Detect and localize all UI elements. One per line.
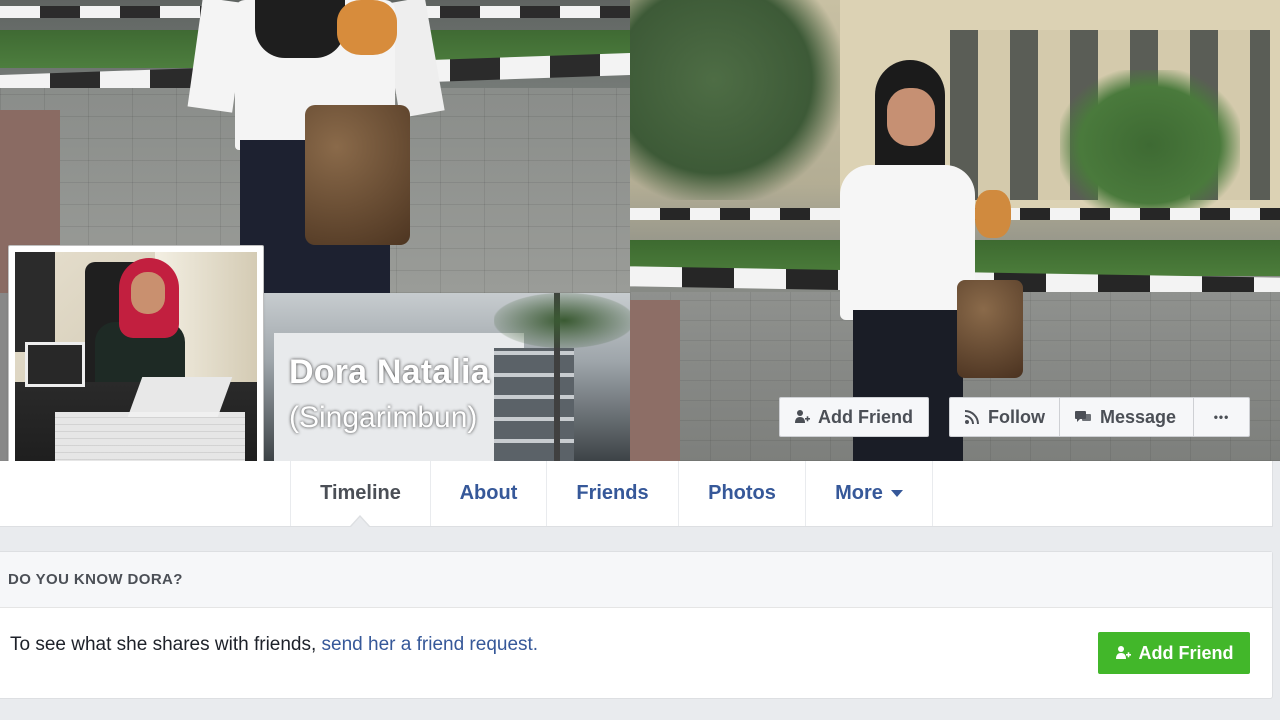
follow-label: Follow [988,406,1045,427]
message-button[interactable]: Message [1059,397,1194,437]
ellipsis-icon: ••• [1213,410,1230,424]
add-friend-button[interactable]: Add Friend [779,397,929,437]
caret-down-icon [890,490,903,497]
add-friend-green-label: Add Friend [1138,642,1234,663]
do-you-know-box: DO YOU KNOW DORA? To see what she shares… [0,551,1273,699]
chat-bubbles-icon [1074,409,1092,425]
profile-tabs: Timeline About Friends Photos More [0,461,1273,527]
rss-icon [964,409,980,425]
do-you-know-title: DO YOU KNOW DORA? [0,552,1272,608]
person-plus-icon [1115,645,1131,661]
profile-alternate-name: (Singarimbun) [289,401,478,434]
message-label: Message [1100,406,1177,427]
add-friend-green-button[interactable]: Add Friend [1098,632,1250,674]
tab-about[interactable]: About [430,461,546,526]
follow-button[interactable]: Follow [949,397,1060,437]
profile-name[interactable]: Dora Natalia [289,353,490,392]
tab-photos[interactable]: Photos [678,461,805,526]
tab-friends[interactable]: Friends [546,461,678,526]
send-friend-request-link[interactable]: send her a friend request. [322,634,539,655]
add-friend-label: Add Friend [818,406,913,427]
more-options-button[interactable]: ••• [1193,397,1250,437]
do-you-know-prefix: To see what she shares with friends, [10,634,322,655]
active-tab-indicator-fill [351,517,369,527]
person-plus-icon [794,409,810,425]
profile-picture-image [15,252,257,494]
do-you-know-text: To see what she shares with friends, sen… [10,634,538,656]
tab-more[interactable]: More [805,461,933,526]
